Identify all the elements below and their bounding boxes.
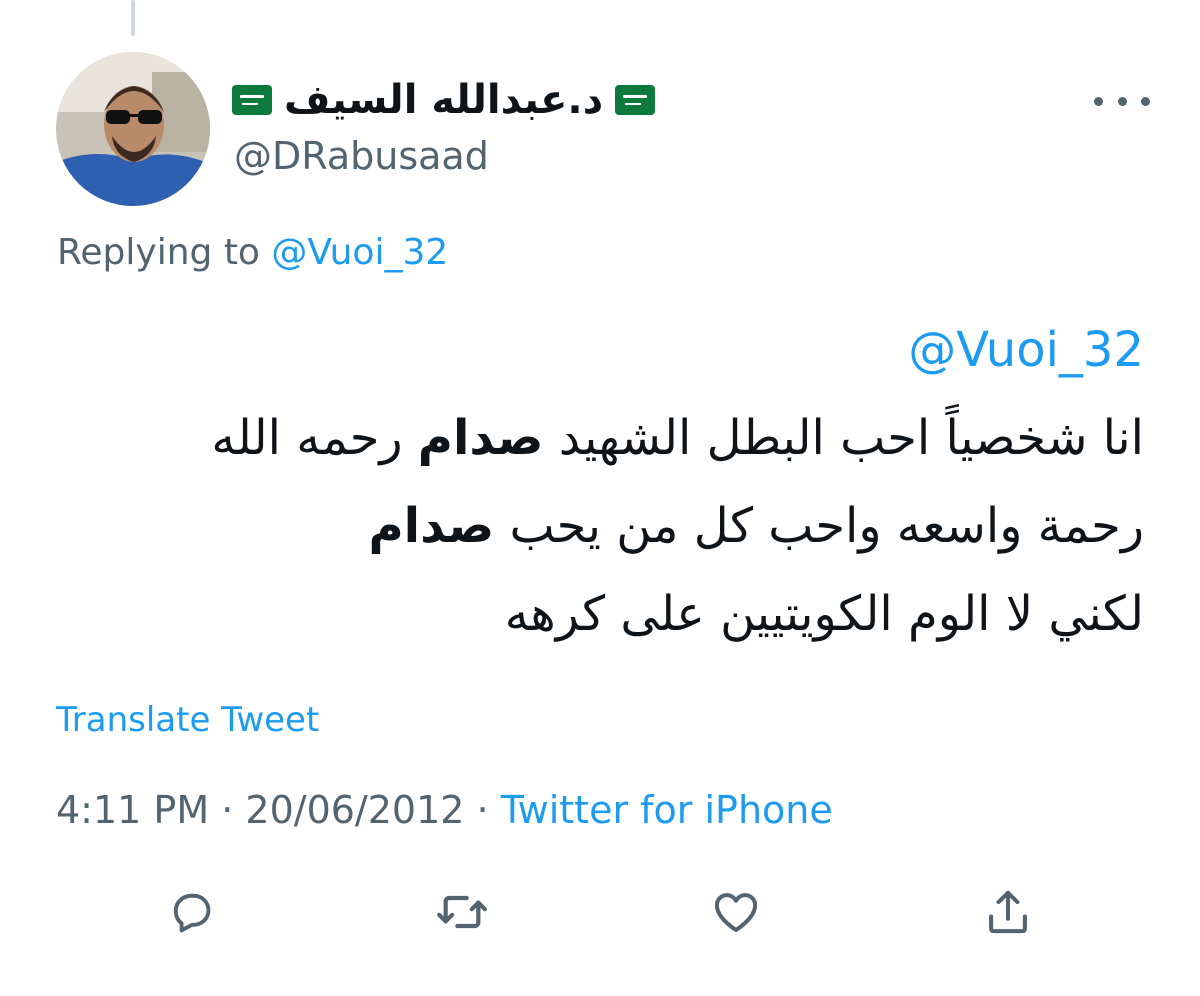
tweet-bold-word: صدام [417, 410, 544, 466]
retweet-icon [437, 895, 487, 929]
more-dot-icon [1141, 96, 1150, 106]
more-options-button[interactable] [1094, 86, 1150, 116]
reply-button[interactable] [160, 880, 224, 944]
author-display-name[interactable]: د.عبدالله السيف [232, 72, 656, 128]
tweet-line: رحمة واسعه واحب كل من يحب صدام [50, 482, 1144, 570]
saudi-flag-icon [615, 85, 656, 115]
tweet-text-segment: رحمة واسعه واحب كل من يحب [494, 498, 1144, 554]
share-icon [989, 890, 1027, 934]
more-dot-icon [1094, 96, 1103, 106]
more-dot-icon [1117, 96, 1127, 106]
meta-separator: · [221, 788, 234, 832]
avatar[interactable] [56, 52, 210, 206]
translate-tweet-link[interactable]: Translate Tweet [56, 700, 319, 740]
tweet-text-segment: انا شخصياً احب البطل الشهيد [543, 410, 1144, 466]
tweet-text-segment: رحمه الله [211, 410, 418, 466]
reply-icon [173, 893, 211, 933]
tweet-source-link[interactable]: Twitter for iPhone [501, 788, 833, 832]
replying-to-label: Replying to [57, 232, 260, 273]
tweet-time[interactable]: 4:11 PM [56, 788, 209, 832]
tweet-mention-link[interactable]: @Vuoi_32 [908, 306, 1144, 394]
tweet-text: @Vuoi_32 انا شخصياً احب البطل الشهيد صدا… [50, 306, 1144, 658]
thread-connector-line [131, 0, 135, 36]
display-name-text: د.عبدالله السيف [284, 77, 604, 123]
tweet-date[interactable]: 20/06/2012 [245, 788, 464, 832]
saudi-flag-icon [232, 85, 272, 115]
author-handle[interactable]: @DRabusaad [234, 134, 489, 178]
replying-to: Replying to @Vuoi_32 [57, 232, 448, 273]
like-icon [714, 893, 758, 933]
like-button[interactable] [704, 880, 768, 944]
replying-to-handle-link[interactable]: @Vuoi_32 [271, 232, 448, 273]
meta-separator: · [476, 788, 489, 832]
tweet-actions-bar [0, 880, 1200, 950]
tweet-line: لكني لا الوم الكويتيين على كرهه [504, 586, 1144, 642]
share-button[interactable] [976, 880, 1040, 944]
tweet-line: انا شخصياً احب البطل الشهيد صدام رحمه ال… [50, 394, 1144, 482]
retweet-button[interactable] [430, 880, 494, 944]
tweet-bold-word: صدام [368, 498, 495, 554]
tweet-metadata: 4:11 PM · 20/06/2012 · Twitter for iPhon… [56, 788, 833, 832]
